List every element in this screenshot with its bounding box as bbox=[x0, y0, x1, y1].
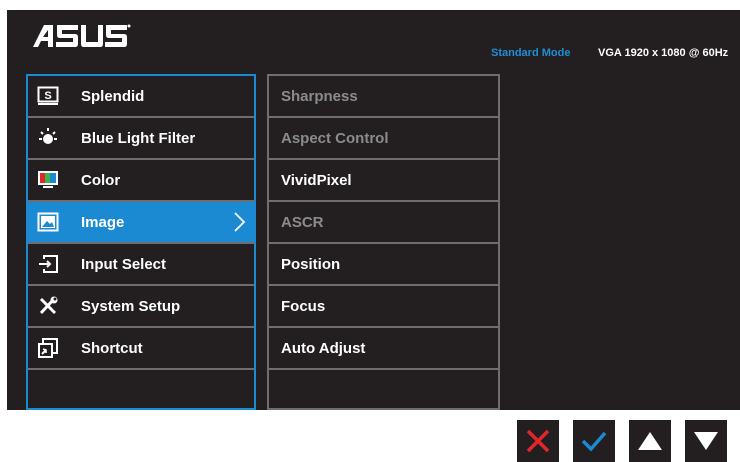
submenu-item-focus[interactable]: Focus bbox=[269, 286, 498, 328]
mode-indicator: Standard Mode bbox=[491, 47, 571, 59]
system-setup-icon bbox=[37, 295, 59, 317]
menu-item-shortcut[interactable]: Shortcut bbox=[28, 328, 254, 370]
up-button[interactable] bbox=[629, 420, 671, 462]
submenu-item-auto-adjust[interactable]: Auto Adjust bbox=[269, 328, 498, 370]
check-icon bbox=[581, 431, 607, 452]
menu-item-color[interactable]: Color bbox=[28, 160, 254, 202]
submenu-item-vividpixel[interactable]: VividPixel bbox=[269, 160, 498, 202]
color-icon bbox=[37, 169, 59, 191]
close-icon bbox=[526, 429, 550, 453]
submenu: Sharpness Aspect Control VividPixel ASCR… bbox=[267, 74, 500, 410]
confirm-button[interactable] bbox=[573, 420, 615, 462]
down-button[interactable] bbox=[685, 420, 727, 462]
up-arrow-icon bbox=[638, 432, 662, 450]
menu-item-system-setup[interactable]: System Setup bbox=[28, 286, 254, 328]
blue-light-icon bbox=[37, 127, 59, 149]
chevron-right-icon bbox=[234, 212, 246, 232]
asus-logo bbox=[33, 24, 131, 47]
submenu-item-aspect-control: Aspect Control bbox=[269, 118, 498, 160]
submenu-item-ascr: ASCR bbox=[269, 202, 498, 244]
signal-indicator: VGA 1920 x 1080 @ 60Hz bbox=[598, 47, 729, 59]
osd-window: Standard Mode VGA 1920 x 1080 @ 60Hz S S… bbox=[7, 10, 740, 410]
splendid-icon: S bbox=[37, 85, 59, 107]
submenu-item-position[interactable]: Position bbox=[269, 244, 498, 286]
down-arrow-icon bbox=[694, 432, 718, 450]
main-menu: S Splendid Blue Light Filter Color Image… bbox=[26, 74, 256, 410]
input-select-icon bbox=[37, 253, 59, 275]
menu-item-blue-light-filter[interactable]: Blue Light Filter bbox=[28, 118, 254, 160]
menu-item-splendid[interactable]: S Splendid bbox=[28, 76, 254, 118]
menu-item-input-select[interactable]: Input Select bbox=[28, 244, 254, 286]
exit-button[interactable] bbox=[517, 420, 559, 462]
image-icon bbox=[37, 211, 59, 233]
menu-item-image[interactable]: Image bbox=[28, 202, 254, 244]
submenu-item-sharpness: Sharpness bbox=[269, 76, 498, 118]
svg-text:S: S bbox=[44, 90, 51, 102]
shortcut-icon bbox=[37, 337, 59, 359]
